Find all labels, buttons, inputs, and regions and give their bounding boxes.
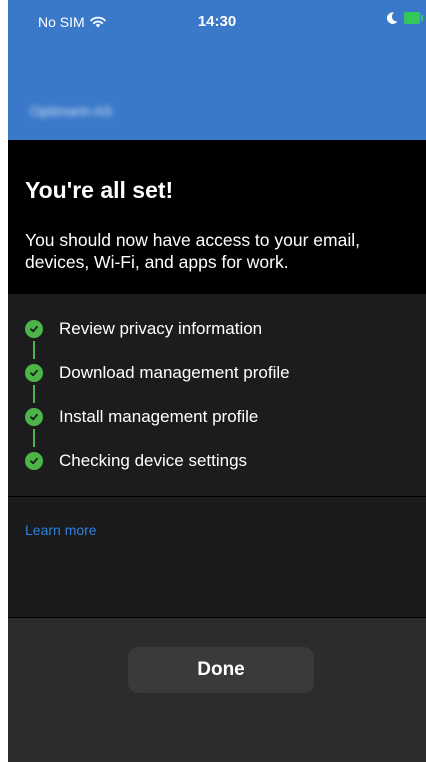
step-label: Checking device settings [59,451,248,470]
checkmark-icon [25,364,43,382]
step-label: Download management profile [59,363,290,382]
battery-charging-icon [404,12,423,24]
footer-bar: Done [8,618,426,762]
done-button[interactable]: Done [128,647,314,693]
status-bar: No SIM 14:30 [8,0,426,38]
learn-more-link[interactable]: Learn more [25,522,97,538]
status-right [387,12,423,24]
step-connector [33,385,35,403]
step-install-profile: Install management profile [25,405,258,429]
step-check-device-settings: Checking device settings [25,449,247,473]
step-label: Review privacy information [59,319,263,338]
app-header: No SIM 14:30 Optimarin AS [8,0,426,140]
page-title: You're all set! [25,177,174,203]
step-label: Install management profile [59,407,259,426]
step-download-profile: Download management profile [25,361,290,385]
organization-name: Optimarin AS [30,103,113,119]
step-connector [33,429,35,447]
completion-banner: You're all set! You should now have acce… [8,141,426,293]
status-time: 14:30 [197,13,237,30]
steps-list: Review privacy information Download mana… [8,294,426,496]
moon-icon [387,12,398,24]
step-connector [33,341,35,359]
checkmark-icon [25,452,43,470]
phone-screen: No SIM 14:30 Optimarin AS You're all set… [8,0,426,762]
learn-more-section: Learn more [8,497,426,617]
checkmark-icon [25,320,43,338]
step-review-privacy: Review privacy information [25,317,262,341]
completion-description: You should now have access to your email… [25,230,360,272]
checkmark-icon [25,408,43,426]
